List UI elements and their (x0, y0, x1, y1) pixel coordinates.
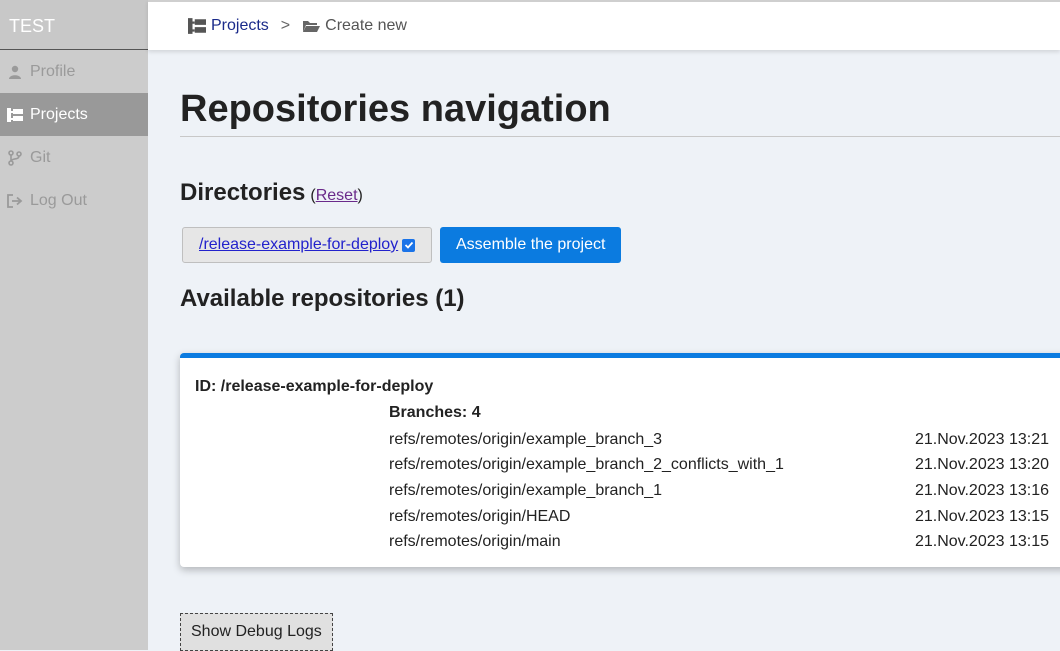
directory-link[interactable]: /release-example-for-deploy (199, 236, 398, 254)
directories-header: Directories (Reset) (180, 179, 1060, 207)
assemble-project-button[interactable]: Assemble the project (440, 227, 622, 263)
branch-date: 21.Nov.2023 13:20 (914, 456, 1049, 474)
breadcrumb-projects-link[interactable]: Projects (188, 17, 269, 35)
reset-wrapper: (Reset) (310, 187, 362, 205)
projects-icon (7, 107, 23, 123)
sidebar-item-profile[interactable]: Profile (0, 50, 148, 93)
sidebar-item-label: Projects (30, 105, 88, 123)
list-item: refs/remotes/origin/example_branch_1 21.… (389, 478, 1049, 504)
directories-title: Directories (180, 179, 306, 206)
reset-link[interactable]: Reset (316, 187, 358, 204)
directory-chip: /release-example-for-deploy (182, 227, 432, 263)
sidebar-item-logout[interactable]: Log Out (0, 179, 148, 222)
sidebar-item-label: Profile (30, 62, 76, 80)
branch-list: refs/remotes/origin/example_branch_3 21.… (389, 427, 1049, 555)
branch-name: refs/remotes/origin/HEAD (389, 507, 571, 525)
branch-name: refs/remotes/origin/main (389, 533, 561, 551)
breadcrumb-separator: > (280, 17, 291, 34)
projects-icon (188, 18, 206, 34)
branch-date: 21.Nov.2023 13:16 (914, 481, 1049, 499)
list-item: refs/remotes/origin/main 21.Nov.2023 13:… (389, 529, 1049, 555)
repository-card: ID: /release-example-for-deploy Branches… (180, 353, 1060, 567)
directory-row: /release-example-for-deploy Assemble the… (180, 227, 1060, 263)
list-item: refs/remotes/origin/example_branch_2_con… (389, 453, 1049, 479)
breadcrumb-current: Create new (302, 17, 407, 35)
branch-date: 21.Nov.2023 13:21 (914, 430, 1049, 448)
brand-title: TEST (0, 0, 148, 50)
available-repositories-title: Available repositories (1) (180, 285, 465, 312)
main-content: Repositories navigation Directories (Res… (180, 50, 1060, 651)
branch-name: refs/remotes/origin/example_branch_2_con… (389, 456, 784, 474)
user-icon (7, 64, 23, 80)
sidebar-item-label: Log Out (30, 191, 87, 209)
folder-open-icon (302, 19, 321, 33)
page-title: Repositories navigation (180, 88, 1060, 137)
branch-date: 21.Nov.2023 13:15 (914, 533, 1049, 551)
directory-checkbox[interactable] (402, 238, 416, 252)
branch-name: refs/remotes/origin/example_branch_3 (389, 430, 663, 448)
breadcrumb-projects-label: Projects (211, 17, 269, 34)
branch-date: 21.Nov.2023 13:15 (914, 507, 1049, 525)
git-branch-icon (7, 149, 23, 166)
repository-id: ID: /release-example-for-deploy (195, 378, 434, 395)
list-item: refs/remotes/origin/example_branch_3 21.… (389, 427, 1049, 453)
branches-count: Branches: 4 (389, 404, 481, 421)
show-debug-logs-button[interactable]: Show Debug Logs (180, 613, 333, 651)
sidebar-item-git[interactable]: Git (0, 136, 148, 179)
check-icon (404, 241, 413, 249)
sidebar-item-label: Git (30, 148, 51, 166)
breadcrumb-current-label: Create new (325, 17, 407, 34)
branch-name: refs/remotes/origin/example_branch_1 (389, 481, 663, 499)
breadcrumb: Projects > Create new (148, 0, 1060, 50)
sidebar-item-projects[interactable]: Projects (0, 93, 148, 136)
list-item: refs/remotes/origin/HEAD 21.Nov.2023 13:… (389, 504, 1049, 530)
reset-paren-close: ) (357, 187, 363, 204)
sidebar: TEST Profile Projects Git Log Out (0, 0, 148, 650)
logout-icon (7, 193, 23, 209)
